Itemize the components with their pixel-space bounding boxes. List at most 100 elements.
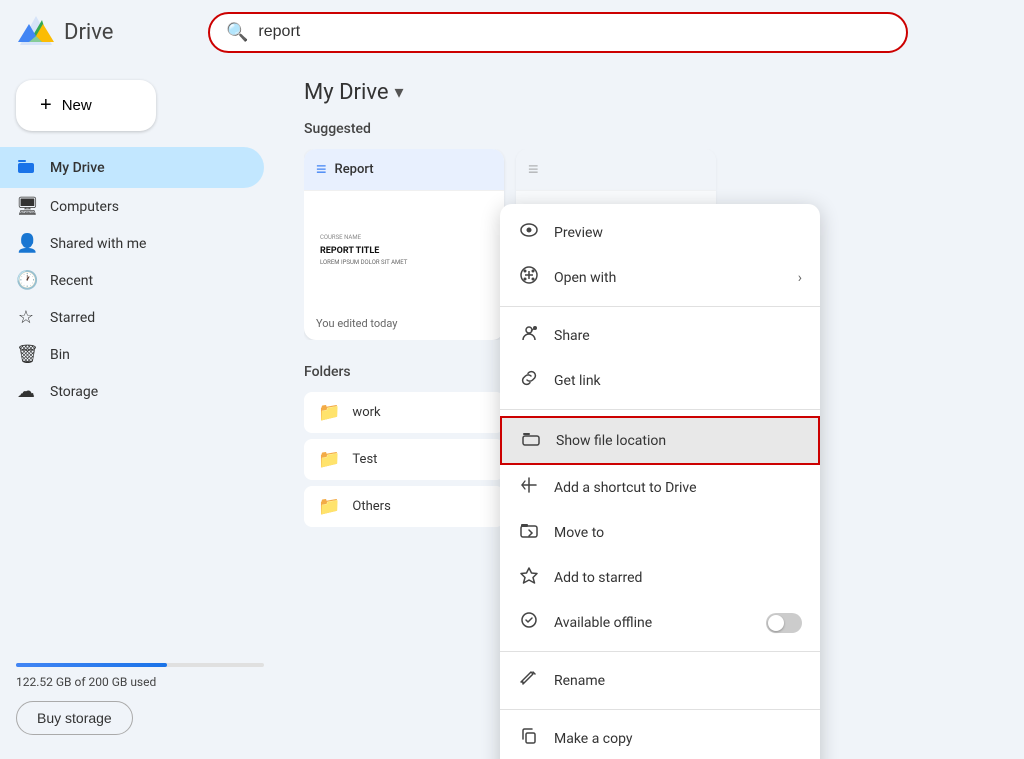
add-shortcut-label: Add a shortcut to Drive	[554, 480, 802, 496]
doc-icon: ≡	[316, 159, 327, 180]
share-label: Share	[554, 328, 802, 344]
folder-item-work[interactable]: 📁 work	[304, 392, 504, 433]
folder-item-test[interactable]: 📁 Test	[304, 439, 504, 480]
menu-item-available-offline[interactable]: Available offline	[500, 600, 820, 645]
menu-item-open-with[interactable]: Open with ›	[500, 255, 820, 300]
course-name-label: COURSE NAME	[320, 234, 488, 242]
rename-label: Rename	[554, 673, 802, 689]
show-location-label: Show file location	[556, 433, 800, 449]
file-card-report[interactable]: ≡ Report COURSE NAME REPORT TITLE LOREM …	[304, 149, 504, 340]
make-copy-icon	[518, 726, 540, 751]
sidebar-item-my-drive[interactable]: My Drive	[0, 147, 264, 188]
add-shortcut-icon	[518, 475, 540, 500]
sidebar-item-label: Storage	[50, 384, 98, 400]
add-starred-label: Add to starred	[554, 570, 802, 586]
logo-text: Drive	[64, 20, 113, 45]
sidebar-item-shared[interactable]: 👤 Shared with me	[0, 225, 264, 262]
lorem-text: LOREM IPSUM DOLOR SIT AMET	[320, 259, 488, 267]
recent-icon: 🕐	[16, 270, 36, 291]
offline-toggle[interactable]	[766, 613, 802, 633]
menu-item-make-copy[interactable]: Make a copy	[500, 716, 820, 759]
folder-name-test: Test	[352, 452, 377, 467]
drive-chevron-icon[interactable]: ▾	[395, 82, 404, 103]
sidebar-item-label: My Drive	[50, 160, 105, 176]
file-card-footer: You edited today	[304, 311, 504, 340]
sidebar-item-starred[interactable]: ☆ Starred	[0, 299, 264, 336]
available-offline-icon	[518, 610, 540, 635]
new-plus-icon: +	[40, 94, 52, 117]
folder-icon-work: 📁	[318, 402, 340, 423]
search-bar[interactable]: 🔍	[208, 12, 908, 53]
sidebar-item-bin[interactable]: 🗑 Bin	[0, 336, 264, 373]
logo-area: Drive	[16, 12, 196, 52]
sidebar-item-label: Recent	[50, 273, 93, 289]
file-card-header-2: ≡	[516, 149, 716, 191]
sidebar: + New My Drive 🖥 Computers 👤 Shared with…	[0, 64, 280, 759]
sidebar-item-recent[interactable]: 🕐 Recent	[0, 262, 264, 299]
preview-label: Preview	[554, 225, 802, 241]
starred-icon: ☆	[16, 307, 36, 328]
get-link-icon	[518, 368, 540, 393]
new-button[interactable]: + New	[16, 80, 156, 131]
folder-name-others: Others	[352, 499, 390, 514]
bin-icon: 🗑	[16, 344, 36, 365]
menu-item-show-location[interactable]: Show file location	[500, 416, 820, 465]
storage-text: 122.52 GB of 200 GB used	[16, 675, 264, 689]
divider-3	[500, 651, 820, 652]
move-to-icon	[518, 520, 540, 545]
file-card-name: Report	[335, 162, 374, 177]
main-layout: + New My Drive 🖥 Computers 👤 Shared with…	[0, 64, 1024, 759]
folder-item-others[interactable]: 📁 Others	[304, 486, 504, 527]
menu-item-share[interactable]: Share	[500, 313, 820, 358]
my-drive-icon	[16, 155, 36, 180]
get-link-label: Get link	[554, 373, 802, 389]
drive-title-row: My Drive ▾	[304, 80, 1000, 105]
sidebar-item-label: Computers	[50, 199, 119, 215]
menu-item-move-to[interactable]: Move to	[500, 510, 820, 555]
shared-icon: 👤	[16, 233, 36, 254]
sidebar-item-label: Bin	[50, 347, 70, 363]
sidebar-item-computers[interactable]: 🖥 Computers	[0, 188, 264, 225]
add-starred-icon	[518, 565, 540, 590]
context-menu: Preview Open with › Share	[500, 204, 820, 759]
rename-icon	[518, 668, 540, 693]
move-to-label: Move to	[554, 525, 802, 541]
computers-icon: 🖥	[16, 196, 36, 217]
open-with-arrow-icon: ›	[798, 270, 802, 286]
menu-item-get-link[interactable]: Get link	[500, 358, 820, 403]
open-with-icon	[518, 265, 540, 290]
make-copy-label: Make a copy	[554, 731, 802, 747]
buy-storage-button[interactable]: Buy storage	[16, 701, 133, 735]
file-card-preview: COURSE NAME REPORT TITLE LOREM IPSUM DOL…	[304, 191, 504, 311]
search-input[interactable]	[258, 23, 890, 41]
storage-section: 122.52 GB of 200 GB used Buy storage	[0, 647, 280, 751]
open-with-label: Open with	[554, 270, 784, 286]
new-button-label: New	[62, 97, 92, 114]
menu-item-preview[interactable]: Preview	[500, 210, 820, 255]
divider-2	[500, 409, 820, 410]
header: Drive 🔍	[0, 0, 1024, 64]
doc-icon-2: ≡	[528, 159, 539, 180]
storage-icon: ☁	[16, 381, 36, 402]
folder-name-work: work	[352, 405, 380, 420]
menu-item-rename[interactable]: Rename	[500, 658, 820, 703]
preview-icon	[518, 220, 540, 245]
file-card-header: ≡ Report	[304, 149, 504, 191]
menu-item-add-shortcut[interactable]: Add a shortcut to Drive	[500, 465, 820, 510]
show-location-icon	[520, 428, 542, 453]
menu-item-add-starred[interactable]: Add to starred	[500, 555, 820, 600]
sidebar-item-label: Shared with me	[50, 236, 146, 252]
share-icon	[518, 323, 540, 348]
content-area: My Drive ▾ Suggested ≡ Report COURSE NAM…	[280, 64, 1024, 759]
divider-4	[500, 709, 820, 710]
drive-logo-icon	[16, 12, 56, 52]
folder-icon-others: 📁	[318, 496, 340, 517]
sidebar-item-storage[interactable]: ☁ Storage	[0, 373, 264, 410]
offline-toggle-knob	[768, 615, 784, 631]
search-icon: 🔍	[226, 22, 248, 43]
report-title-label: REPORT TITLE	[320, 245, 488, 258]
suggested-label: Suggested	[304, 121, 1000, 137]
report-preview-content: COURSE NAME REPORT TITLE LOREM IPSUM DOL…	[316, 230, 492, 271]
sidebar-item-label: Starred	[50, 310, 95, 326]
storage-bar-fill	[16, 663, 167, 667]
